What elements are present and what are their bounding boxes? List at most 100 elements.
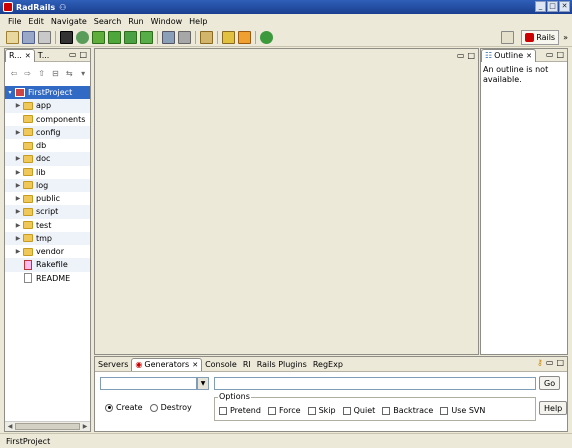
backtrace-checkbox[interactable] bbox=[382, 406, 391, 415]
folder-icon bbox=[23, 181, 33, 190]
pretend-checkbox[interactable] bbox=[219, 406, 227, 415]
horizontal-scrollbar[interactable]: ◀ ▶ bbox=[5, 421, 90, 431]
debug-icon[interactable] bbox=[162, 31, 175, 44]
destroy-radio[interactable] bbox=[149, 403, 158, 412]
tree-item-config[interactable]: ▶ config bbox=[5, 125, 90, 139]
minimize-icon[interactable]: ▭ bbox=[546, 50, 554, 59]
tree-item-vendor[interactable]: ▶ vendor bbox=[5, 245, 90, 258]
expand-icon[interactable]: ▶ bbox=[13, 129, 23, 136]
expand-icon[interactable]: ▶ bbox=[13, 182, 23, 189]
tree-item-firstproject[interactable]: ▾ FirstProject bbox=[5, 86, 90, 100]
menu-run[interactable]: Run bbox=[126, 17, 148, 26]
pin-icon[interactable] bbox=[238, 31, 251, 44]
link-editor-icon[interactable]: ⇆ bbox=[64, 69, 74, 79]
tree-item-db[interactable]: db bbox=[5, 139, 90, 152]
tree-item-public[interactable]: ▶ public bbox=[5, 192, 90, 205]
tree-item-script[interactable]: ▶ script bbox=[5, 205, 90, 219]
generate-controller-icon[interactable] bbox=[124, 31, 137, 44]
chevron-down-icon[interactable]: ▼ bbox=[197, 377, 209, 390]
maximize-icon[interactable]: □ bbox=[467, 51, 475, 60]
web-icon[interactable] bbox=[260, 31, 273, 44]
tab-outline[interactable]: ☷ Outline ✕ bbox=[481, 48, 536, 62]
menu-file[interactable]: File bbox=[6, 17, 26, 26]
save-icon[interactable] bbox=[22, 31, 35, 44]
up-icon[interactable]: ⇧ bbox=[37, 69, 47, 79]
tree-item-tmp[interactable]: ▶ tmp bbox=[5, 231, 90, 245]
tab-rails-navigator[interactable]: R... ✕ bbox=[5, 48, 35, 62]
open-perspective-icon[interactable] bbox=[501, 31, 515, 44]
more-perspectives[interactable]: » bbox=[563, 33, 568, 42]
menu-edit[interactable]: Edit bbox=[26, 17, 49, 26]
run-icon[interactable] bbox=[178, 31, 191, 44]
expand-icon[interactable]: ▶ bbox=[13, 195, 23, 202]
minimize-icon[interactable]: _ bbox=[535, 1, 546, 12]
tab-servers[interactable]: Servers bbox=[95, 358, 131, 371]
tree-item-lib[interactable]: ▶ lib bbox=[5, 166, 90, 179]
minimize-icon[interactable]: ▭ bbox=[69, 50, 77, 59]
maximize-icon[interactable]: □ bbox=[556, 358, 564, 367]
tab-regexp[interactable]: RegExp bbox=[310, 358, 346, 371]
menu-navigate[interactable]: Navigate bbox=[49, 17, 92, 26]
skip-checkbox[interactable] bbox=[307, 406, 316, 415]
key-icon[interactable]: ⚷ bbox=[537, 358, 543, 367]
expand-icon[interactable]: ▶ bbox=[13, 208, 23, 215]
close-icon[interactable]: ✕ bbox=[526, 52, 532, 60]
close-icon[interactable]: ✕ bbox=[25, 52, 31, 60]
generate-scaffold-icon[interactable] bbox=[140, 31, 153, 44]
minimize-icon[interactable]: ▭ bbox=[546, 358, 554, 367]
expand-icon[interactable]: ▶ bbox=[13, 222, 23, 229]
terminal-icon[interactable] bbox=[60, 31, 73, 44]
go-button[interactable]: Go bbox=[539, 376, 561, 390]
globe-icon[interactable] bbox=[76, 31, 89, 44]
menu-window[interactable]: Window bbox=[149, 17, 188, 26]
force-checkbox[interactable] bbox=[267, 406, 276, 415]
tab-test[interactable]: T... bbox=[35, 49, 53, 62]
tree-item-rakefile[interactable]: Rakefile bbox=[5, 258, 90, 272]
maximize-icon[interactable]: □ bbox=[79, 50, 87, 59]
quiet-checkbox[interactable] bbox=[342, 406, 351, 415]
view-menu-icon[interactable]: ▾ bbox=[78, 69, 88, 79]
back-icon[interactable] bbox=[200, 31, 213, 44]
expand-icon[interactable]: ▶ bbox=[13, 155, 23, 162]
tab-console[interactable]: Console bbox=[202, 358, 240, 371]
new-icon[interactable] bbox=[6, 31, 19, 44]
print-icon[interactable] bbox=[38, 31, 51, 44]
generator-args-input[interactable] bbox=[214, 377, 536, 390]
collapse-icon[interactable]: ▾ bbox=[5, 89, 15, 96]
tree-item-log[interactable]: ▶ log bbox=[5, 178, 90, 192]
scroll-right-icon[interactable]: ▶ bbox=[80, 422, 90, 431]
scroll-thumb[interactable] bbox=[15, 423, 80, 430]
expand-icon[interactable]: ▶ bbox=[13, 102, 23, 109]
help-button[interactable]: Help bbox=[539, 401, 568, 415]
maximize-icon[interactable]: □ bbox=[556, 50, 564, 59]
create-radio[interactable] bbox=[105, 403, 113, 412]
generator-combo[interactable] bbox=[100, 377, 197, 390]
close-icon[interactable]: ✕ bbox=[192, 361, 198, 369]
tree-item-test[interactable]: ▶ test bbox=[5, 219, 90, 232]
expand-icon[interactable]: ▶ bbox=[13, 235, 23, 242]
forward-arrow-icon[interactable]: ⇨ bbox=[23, 69, 33, 79]
tab-ri[interactable]: RI bbox=[240, 358, 254, 371]
back-arrow-icon[interactable]: ⇦ bbox=[9, 69, 19, 79]
menu-help[interactable]: Help bbox=[187, 17, 212, 26]
tree-item-doc[interactable]: ▶ doc bbox=[5, 152, 90, 166]
search-icon[interactable] bbox=[222, 31, 235, 44]
expand-icon[interactable]: ▶ bbox=[13, 169, 23, 176]
maximize-icon[interactable]: □ bbox=[547, 1, 558, 12]
menu-search[interactable]: Search bbox=[92, 17, 126, 26]
tab-generators[interactable]: ◉ Generators ✕ bbox=[131, 357, 203, 371]
minimize-icon[interactable]: ▭ bbox=[457, 51, 465, 60]
generate-model-icon[interactable] bbox=[108, 31, 121, 44]
close-icon[interactable]: ✕ bbox=[559, 1, 570, 12]
collapse-all-icon[interactable]: ⊟ bbox=[50, 69, 60, 79]
use-svn-checkbox[interactable] bbox=[440, 406, 449, 415]
tree-item-components[interactable]: components bbox=[5, 113, 90, 126]
tree-item-readme[interactable]: README bbox=[5, 272, 90, 285]
rails-perspective-button[interactable]: Rails bbox=[521, 30, 560, 45]
expand-icon[interactable]: ▶ bbox=[13, 248, 23, 255]
tab-rails-plugins[interactable]: Rails Plugins bbox=[254, 358, 310, 371]
generate-icon[interactable] bbox=[92, 31, 105, 44]
tree-item-app[interactable]: ▶ app bbox=[5, 99, 90, 113]
scroll-left-icon[interactable]: ◀ bbox=[5, 422, 15, 431]
window-menu-icon[interactable]: ⚇ bbox=[59, 3, 66, 12]
